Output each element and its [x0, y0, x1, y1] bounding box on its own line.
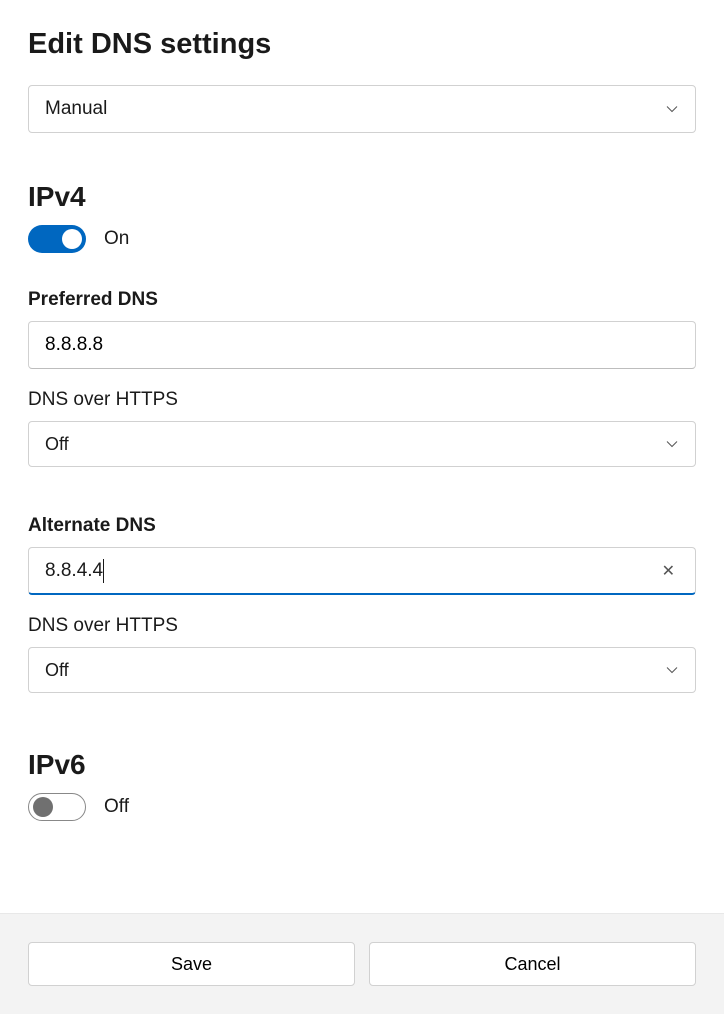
preferred-dns-field[interactable] [45, 334, 679, 356]
alternate-dns-input[interactable]: 8.8.4.4 ✕ [28, 547, 696, 595]
ipv6-toggle[interactable] [28, 793, 86, 821]
preferred-dns-label: Preferred DNS [28, 289, 696, 311]
dns-mode-value: Manual [45, 98, 107, 120]
ipv6-toggle-label: Off [104, 796, 129, 818]
doh-preferred-dropdown[interactable]: Off [28, 421, 696, 467]
alternate-dns-field-text: 8.8.4.4 [45, 560, 103, 582]
cancel-button[interactable]: Cancel [369, 942, 696, 986]
ipv4-toggle[interactable] [28, 225, 86, 253]
chevron-down-icon [665, 437, 679, 451]
doh-preferred-value: Off [45, 434, 69, 455]
chevron-down-icon [665, 663, 679, 677]
doh-alternate-dropdown[interactable]: Off [28, 647, 696, 693]
ipv4-section-title: IPv4 [28, 181, 696, 213]
chevron-down-icon [665, 102, 679, 116]
doh-alternate-value: Off [45, 660, 69, 681]
toggle-knob [62, 229, 82, 249]
clear-icon[interactable]: ✕ [658, 561, 679, 581]
dialog-footer: Save Cancel [0, 913, 724, 1014]
dns-mode-dropdown[interactable]: Manual [28, 85, 696, 133]
preferred-dns-input[interactable] [28, 321, 696, 369]
ipv4-toggle-label: On [104, 228, 129, 250]
doh-alternate-label: DNS over HTTPS [28, 615, 696, 637]
text-caret [103, 559, 104, 583]
save-button[interactable]: Save [28, 942, 355, 986]
alternate-dns-label: Alternate DNS [28, 515, 696, 537]
toggle-knob [33, 797, 53, 817]
doh-preferred-label: DNS over HTTPS [28, 389, 696, 411]
ipv6-section-title: IPv6 [28, 749, 696, 781]
page-title: Edit DNS settings [28, 28, 696, 61]
